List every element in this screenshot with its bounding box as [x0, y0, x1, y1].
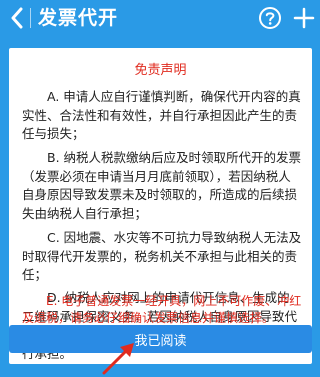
- title-divider: [30, 8, 31, 28]
- disclaimer-title: 免责声明: [134, 63, 187, 78]
- plus-icon: [293, 7, 315, 29]
- read-confirm-button[interactable]: 我已阅读: [9, 325, 312, 353]
- chevron-left-icon: [11, 7, 23, 29]
- back-button[interactable]: [4, 4, 30, 32]
- add-button[interactable]: [292, 6, 316, 30]
- help-button[interactable]: [258, 6, 282, 30]
- page-title: 发票代开: [38, 7, 119, 29]
- question-circle-icon: [259, 7, 281, 29]
- disclaimer-warning: E. 电子普通发票一经开具，网上不可作废、冲红及退税，请务必仔细确认发票信息并谨…: [22, 294, 302, 325]
- disclaimer-paragraph-a: A. 申请人应自行谨慎判断，确保代开内容的真实性、合法性和有效性，并自行承担因此…: [22, 89, 301, 141]
- disclaimer-paragraph-b: B. 纳税人税款缴纳后应及时领取所代开的发票（发票必须在申请当月月底前领取），若…: [22, 150, 302, 221]
- disclaimer-paragraph-c: C. 因地震、水灾等不可抗力导致纳税人无法及时取得代开发票的，税务机关不承担与此…: [22, 230, 302, 282]
- app-header: 发票代开: [0, 0, 320, 36]
- pointer-arrow-icon: [102, 343, 134, 375]
